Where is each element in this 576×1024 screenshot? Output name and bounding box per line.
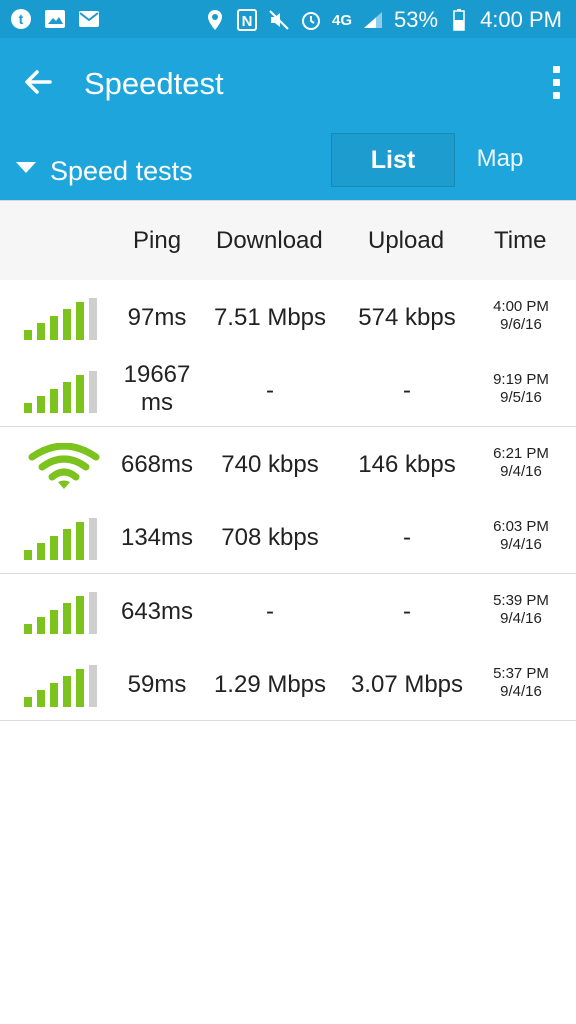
upload-value: - — [403, 598, 411, 625]
cell-signal-bars-icon — [24, 369, 104, 413]
svg-text:t: t — [19, 11, 24, 27]
header-upload: Upload — [368, 227, 445, 254]
ping-value: 643ms — [120, 598, 194, 625]
nfc-icon: N — [236, 9, 258, 31]
table-row[interactable]: 668ms 740 kbps 146 kbps 6:21 PM 9/4/16 — [0, 427, 576, 501]
timestamp: 5:37 PM 9/4/16 — [478, 665, 564, 701]
ping-value: 97ms — [127, 304, 187, 331]
wifi-icon — [24, 442, 104, 489]
mute-icon — [268, 9, 290, 31]
download-value: - — [266, 377, 274, 404]
ping-value: 19667 ms — [123, 361, 191, 416]
upload-value: 3.07 Mbps — [350, 671, 464, 698]
cell-signal-bars-icon — [24, 296, 104, 340]
download-value: 7.51 Mbps — [213, 304, 327, 331]
date-value: 9/6/16 — [500, 316, 542, 333]
table-row[interactable]: 97ms 7.51 Mbps 574 kbps 4:00 PM 9/6/16 — [0, 280, 576, 354]
date-value: 9/5/16 — [500, 389, 542, 406]
timestamp: 6:21 PM 9/4/16 — [478, 445, 564, 481]
svg-text:N: N — [242, 13, 253, 30]
time-value: 5:37 PM — [493, 665, 549, 682]
table-row[interactable]: 59ms 1.29 Mbps 3.07 Mbps 5:37 PM 9/4/16 — [0, 647, 576, 721]
timestamp: 6:03 PM 9/4/16 — [478, 518, 564, 554]
tab-list[interactable]: List — [331, 133, 455, 187]
tumblr-notification-icon: t — [10, 8, 32, 30]
speed-tests-dropdown[interactable]: Speed tests — [16, 148, 193, 187]
download-value: 1.29 Mbps — [213, 671, 327, 698]
status-bar: t N 4G 53% 4:00 PM — [0, 0, 576, 38]
network-type-label: 4G — [332, 11, 353, 29]
time-value: 6:21 PM — [493, 445, 549, 462]
cell-signal-bars-icon — [24, 590, 104, 634]
cell-signal-bars-icon — [24, 516, 104, 560]
timestamp: 5:39 PM 9/4/16 — [478, 592, 564, 628]
cell-signal-bars-icon — [24, 663, 104, 707]
date-value: 9/4/16 — [500, 683, 542, 700]
date-value: 9/4/16 — [500, 463, 542, 480]
clock: 4:00 PM — [480, 7, 562, 32]
table-row[interactable]: 643ms - - 5:39 PM 9/4/16 — [0, 574, 576, 648]
date-value: 9/4/16 — [500, 610, 542, 627]
upload-value: 146 kbps — [358, 451, 456, 478]
overflow-menu-button[interactable] — [550, 66, 562, 106]
battery-icon — [448, 9, 470, 31]
table-header: Ping Download Upload Time — [0, 200, 576, 280]
date-value: 9/4/16 — [500, 536, 542, 553]
location-icon — [204, 9, 226, 31]
alarm-icon — [300, 9, 322, 31]
header-ping: Ping — [133, 227, 182, 254]
timestamp: 9:19 PM 9/5/16 — [478, 371, 564, 407]
timestamp: 4:00 PM 9/6/16 — [478, 298, 564, 334]
ping-value: 134ms — [120, 524, 194, 551]
ping-value: 668ms — [120, 451, 194, 478]
arrow-left-icon — [25, 70, 52, 94]
download-value: 708 kbps — [221, 524, 319, 551]
upload-value: - — [403, 524, 411, 551]
time-value: 6:03 PM — [493, 518, 549, 535]
gallery-notification-icon — [44, 8, 66, 30]
time-value: 9:19 PM — [493, 371, 549, 388]
time-value: 4:00 PM — [493, 298, 549, 315]
page-title: Speedtest — [84, 66, 224, 101]
dropdown-label: Speed tests — [50, 156, 193, 186]
header-time: Time — [494, 227, 547, 254]
back-button[interactable] — [22, 66, 54, 98]
upload-value: 574 kbps — [358, 304, 456, 331]
ping-value: 59ms — [127, 671, 187, 698]
upload-value: - — [403, 377, 411, 404]
download-value: - — [266, 598, 274, 625]
cell-signal-icon — [362, 9, 384, 31]
time-value: 5:39 PM — [493, 592, 549, 609]
table-row[interactable]: 19667 ms - - 9:19 PM 9/5/16 — [0, 353, 576, 427]
dropdown-triangle-icon — [16, 162, 36, 173]
download-value: 740 kbps — [221, 451, 319, 478]
app-bar: Speedtest Speed tests List Map — [0, 38, 576, 200]
table-row[interactable]: 134ms 708 kbps - 6:03 PM 9/4/16 — [0, 500, 576, 574]
mail-notification-icon — [78, 8, 100, 30]
battery-percent: 53% — [394, 7, 439, 32]
header-download: Download — [216, 227, 323, 254]
tab-map[interactable]: Map — [458, 133, 542, 185]
